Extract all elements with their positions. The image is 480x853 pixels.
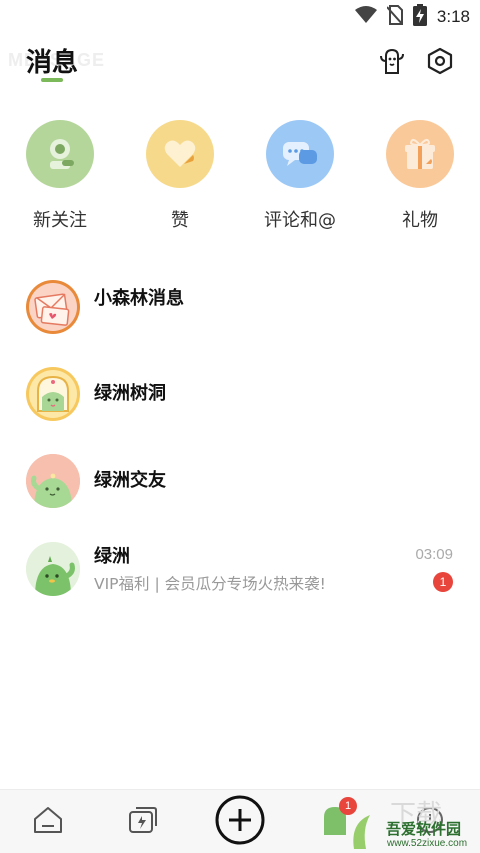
add-plus-icon	[214, 794, 266, 850]
settings-button[interactable]	[423, 46, 457, 80]
conversation-name: 绿洲交友	[94, 470, 166, 491]
status-time: 3:18	[436, 7, 470, 26]
header: MESSAGE 消息	[0, 34, 480, 94]
list-item[interactable]: 绿洲交友	[0, 444, 480, 524]
quick-entry-new-follow[interactable]: 新关注	[10, 120, 110, 232]
page-title: 消息	[26, 48, 79, 78]
card-lightning-icon	[127, 805, 159, 839]
tree-hole-avatar	[26, 367, 80, 421]
quick-entry-label: 评论和@	[264, 210, 336, 231]
quick-entry-comment[interactable]: 评论和@	[250, 120, 350, 232]
list-item[interactable]: 绿洲 VIP福利 | 会员瓜分专场火热来袭! 03:09 1	[0, 532, 480, 612]
cactus-pink-avatar	[26, 454, 80, 508]
status-bar: 3:18	[0, 0, 480, 34]
quick-entry-like[interactable]: 赞	[130, 120, 230, 232]
conversation-name: 绿洲树洞	[94, 383, 166, 404]
watermark-url: www.52zixue.com	[387, 838, 468, 849]
battery-charging-icon	[412, 4, 427, 30]
quick-entry-label: 赞	[171, 210, 189, 231]
status-icons: 3:18	[354, 4, 470, 30]
quick-entry-label: 礼物	[402, 210, 438, 231]
quick-entry-gift[interactable]: 礼物	[370, 120, 470, 232]
quick-entry-label: 新关注	[33, 210, 87, 231]
tab-home[interactable]	[18, 790, 78, 853]
conversation-name: 小森林消息	[94, 288, 184, 309]
tab-add[interactable]	[210, 790, 270, 853]
list-item[interactable]: 小森林消息	[0, 262, 480, 342]
comment-bubble-icon	[266, 120, 334, 188]
conversation-time: 03:09	[415, 546, 453, 563]
title-underline	[41, 78, 63, 82]
unread-badge: 1	[433, 572, 453, 592]
no-sim-icon	[386, 5, 404, 29]
home-icon	[32, 805, 64, 839]
watermark-brand: 吾爱软件园	[386, 820, 462, 838]
cactus-sticker-button[interactable]	[375, 46, 409, 80]
cactus-sticker-icon	[377, 46, 407, 80]
wifi-icon	[354, 6, 377, 28]
list-item[interactable]: 绿洲树洞	[0, 357, 480, 437]
settings-hexagon-icon	[425, 46, 455, 80]
conversation-preview: VIP福利 | 会员瓜分专场火热来袭!	[94, 575, 326, 593]
tab-feed[interactable]	[113, 790, 173, 853]
gift-icon	[386, 120, 454, 188]
conversation-name: 绿洲	[94, 546, 130, 567]
follow-camera-icon	[26, 120, 94, 188]
quick-entries: 新关注 赞 评论和@ 礼物	[0, 120, 480, 240]
heart-icon	[146, 120, 214, 188]
cactus-green-avatar	[26, 542, 80, 596]
envelope-avatar	[26, 280, 80, 334]
